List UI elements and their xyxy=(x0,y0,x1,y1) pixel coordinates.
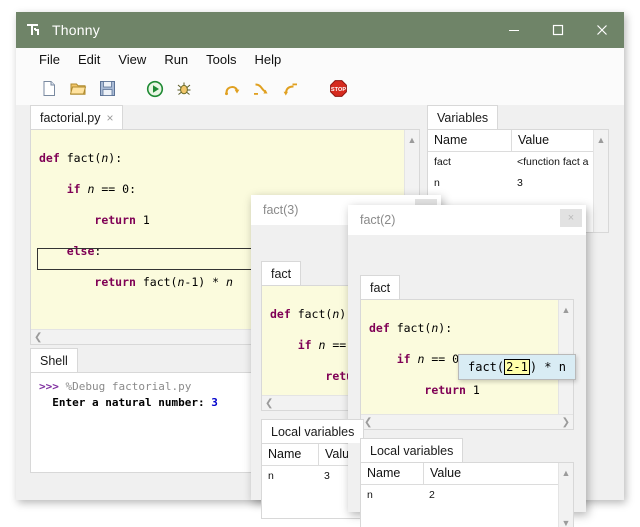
cell-name: n xyxy=(268,470,274,482)
tab-fact[interactable]: fact xyxy=(261,261,302,285)
variables-vertical-scrollbar[interactable]: ▲ xyxy=(593,130,608,232)
editor-tabstrip: factorial.py × xyxy=(30,105,420,129)
dialog-title: fact(3) xyxy=(263,203,299,217)
fact2-locals-tabstrip: Local variables xyxy=(360,438,574,462)
scroll-up-icon[interactable]: ▲ xyxy=(559,302,573,317)
tab-local-variables[interactable]: Local variables xyxy=(360,438,464,462)
run-icon[interactable] xyxy=(144,78,166,100)
code-line: def fact(n): xyxy=(39,150,123,165)
app-title: Thonny xyxy=(52,22,100,38)
menu-bar: File Edit View Run Tools Help xyxy=(16,48,624,72)
menu-tools[interactable]: Tools xyxy=(197,50,245,69)
cell-name: fact xyxy=(434,156,451,168)
step-out-icon[interactable] xyxy=(279,78,301,100)
table-row[interactable]: fact <function fact a xyxy=(428,152,593,173)
fact2-locals-table: Name Value n 2 xyxy=(361,463,558,527)
shell-input-label: Enter a natural number: xyxy=(52,396,205,409)
scroll-down-icon[interactable]: ▼ xyxy=(559,515,573,527)
save-file-icon[interactable] xyxy=(96,78,118,100)
scroll-up-icon[interactable]: ▲ xyxy=(405,132,419,147)
cell-name: n xyxy=(434,177,440,189)
table-header-row: Name Value xyxy=(428,130,593,152)
close-icon[interactable] xyxy=(580,12,624,48)
tooltip-prefix: fact( xyxy=(468,360,505,374)
expression-evaluation-tooltip: fact(2-1) * n xyxy=(458,354,576,380)
table-row[interactable]: n 2 xyxy=(361,485,558,506)
title-bar: Thonny xyxy=(16,12,624,48)
menu-edit[interactable]: Edit xyxy=(69,50,109,69)
menu-run[interactable]: Run xyxy=(155,50,197,69)
scroll-left-icon[interactable]: ❮ xyxy=(265,396,273,411)
menu-file[interactable]: File xyxy=(30,50,69,69)
cell-value: 3 xyxy=(517,177,523,189)
tab-variables[interactable]: Variables xyxy=(427,105,499,129)
shell-input-value: 3 xyxy=(211,396,218,409)
scroll-up-icon[interactable]: ▲ xyxy=(559,465,573,480)
column-header-name[interactable]: Name xyxy=(428,130,511,151)
column-header-name[interactable]: Name xyxy=(361,463,423,484)
column-header-value[interactable]: Value xyxy=(510,130,593,151)
new-file-icon[interactable] xyxy=(38,78,60,100)
cell-name: n xyxy=(367,489,373,501)
svg-text:STOP: STOP xyxy=(330,87,345,93)
tab-label: Local variables xyxy=(370,443,454,458)
tooltip-suffix: ) * n xyxy=(529,360,566,374)
dialog-title: fact(2) xyxy=(360,213,396,227)
tooltip-selected-expression: 2-1 xyxy=(504,359,530,375)
step-into-icon[interactable] xyxy=(250,78,272,100)
call-dialog-fact2: fact(2) × fact def fact(n): if n == 0: r… xyxy=(348,205,586,527)
cell-value: <function fact a xyxy=(517,156,589,168)
tab-factorial-py[interactable]: factorial.py × xyxy=(30,105,124,129)
code-line: return 1 xyxy=(424,382,480,397)
fact2-code-panel: fact def fact(n): if n == 0: return 1 el… xyxy=(360,275,576,430)
menu-view[interactable]: View xyxy=(109,50,155,69)
tab-label: fact xyxy=(271,266,292,281)
fact2-locals-panel: Local variables Name Value n 2 ▲ ▼ xyxy=(360,438,574,527)
scroll-up-icon[interactable]: ▲ xyxy=(594,132,608,147)
fact2-tabstrip: fact xyxy=(360,275,574,299)
tab-label: factorial.py xyxy=(40,110,101,125)
dialog-title-bar[interactable]: fact(2) × xyxy=(348,205,586,235)
table-header-row: Name Value xyxy=(361,463,558,485)
tab-fact[interactable]: fact xyxy=(360,275,401,299)
menu-help[interactable]: Help xyxy=(246,50,291,69)
tab-close-icon[interactable]: × xyxy=(106,112,113,124)
maximize-icon[interactable] xyxy=(536,12,580,48)
scroll-right-icon[interactable]: ❯ xyxy=(562,415,570,430)
toolbar: STOP xyxy=(16,72,624,105)
shell-prompt: >>> xyxy=(39,380,59,393)
cell-value: 2 xyxy=(429,489,435,501)
dialog-window-controls: × xyxy=(560,209,582,227)
dialog-close-icon[interactable]: × xyxy=(560,209,582,227)
minimize-icon[interactable] xyxy=(492,12,536,48)
window-controls xyxy=(492,12,624,48)
code-line: def fact(n): xyxy=(369,320,453,335)
thonny-logo-icon xyxy=(26,22,42,38)
scroll-left-icon[interactable]: ❮ xyxy=(364,415,372,430)
tab-label: Local variables xyxy=(271,424,355,439)
tab-label: fact xyxy=(370,280,391,295)
debug-icon[interactable] xyxy=(173,78,195,100)
fact2-locals-scrollbar[interactable]: ▲ ▼ xyxy=(558,463,573,527)
scroll-left-icon[interactable]: ❮ xyxy=(34,330,42,345)
table-row[interactable]: n 3 xyxy=(428,173,593,194)
tab-label: Variables xyxy=(437,110,489,125)
fact2-locals-body: Name Value n 2 ▲ ▼ xyxy=(360,462,574,527)
step-over-icon[interactable] xyxy=(221,78,243,100)
shell-command: %Debug factorial.py xyxy=(65,380,192,393)
stop-icon[interactable]: STOP xyxy=(327,78,349,100)
fact2-horizontal-scrollbar[interactable]: ❮ ❯ xyxy=(361,414,573,429)
tab-label: Shell xyxy=(40,353,68,368)
tab-local-variables[interactable]: Local variables xyxy=(261,419,365,443)
open-file-icon[interactable] xyxy=(67,78,89,100)
column-header-value[interactable]: Value xyxy=(423,463,503,484)
screen: Thonny File Edit View Run Tools Help STO… xyxy=(0,0,640,527)
tab-shell[interactable]: Shell xyxy=(30,348,78,372)
variables-tabstrip: Variables xyxy=(427,105,609,129)
column-header-name[interactable]: Name xyxy=(262,444,318,465)
